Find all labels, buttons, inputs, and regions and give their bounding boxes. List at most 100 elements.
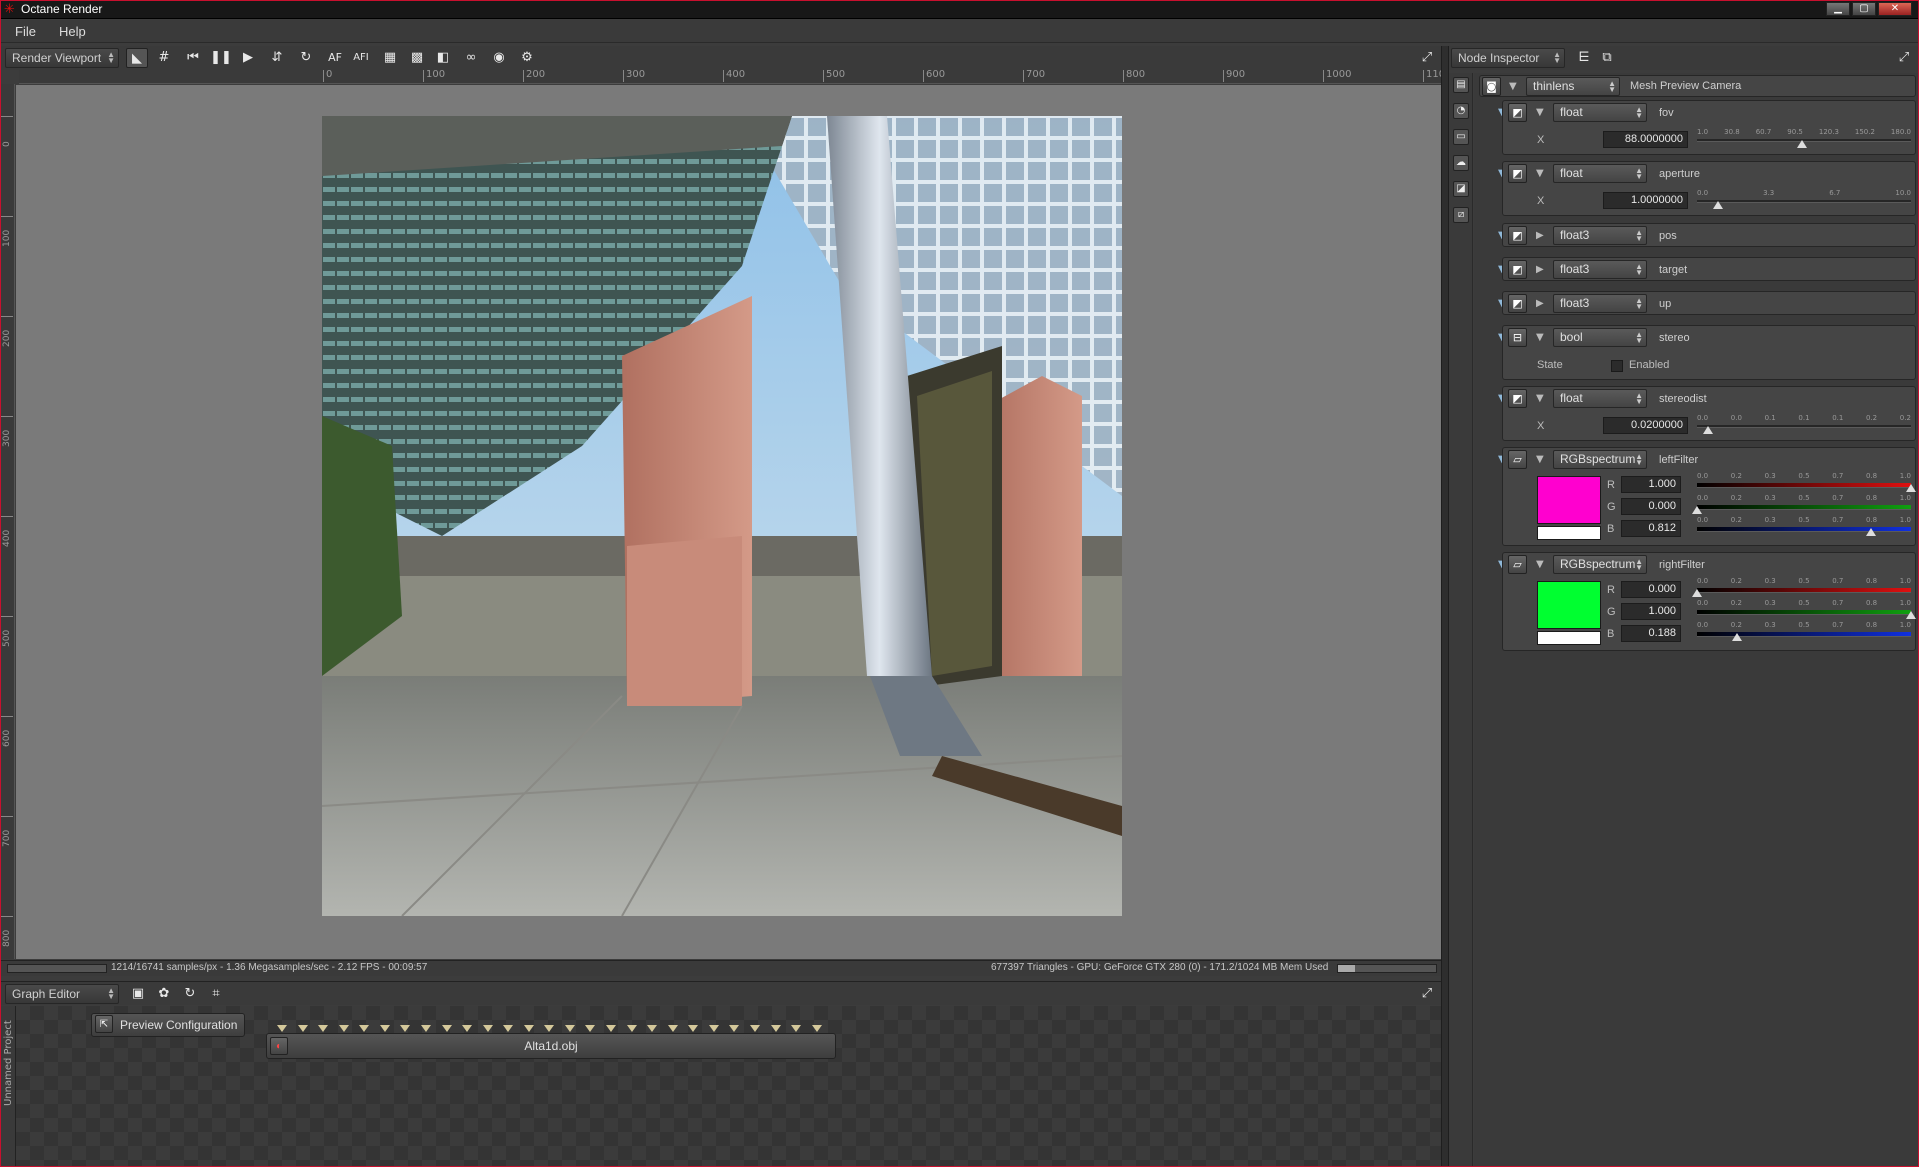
param-value-field[interactable]: 88.0000000: [1603, 131, 1688, 148]
maximize-graph-icon[interactable]: ⤢: [1416, 984, 1438, 1004]
collapse-param-icon[interactable]: ▼: [1536, 559, 1544, 570]
param-slider[interactable]: 0.0 3.3 6.7 10.0: [1697, 189, 1911, 209]
rewind-icon[interactable]: ⏮: [182, 48, 204, 68]
node-input-pin[interactable]: [338, 1025, 349, 1032]
color-swatch[interactable]: [1537, 476, 1601, 524]
expand-param-icon[interactable]: ▶: [1536, 230, 1544, 241]
param-slider[interactable]: 1.0 30.8 60.7 90.5 120.3 150.2 180.0: [1697, 128, 1911, 148]
node-input-pin[interactable]: [585, 1025, 596, 1032]
node-input-pin[interactable]: [688, 1025, 699, 1032]
collapse-camera-icon[interactable]: ▼: [1509, 81, 1517, 92]
channel-value-field[interactable]: 0.000: [1621, 581, 1681, 598]
node-input-pin[interactable]: [811, 1025, 822, 1032]
param-link-icon[interactable]: ◩: [1508, 164, 1527, 183]
node-input-pin[interactable]: [770, 1025, 781, 1032]
slider-thumb[interactable]: [1906, 611, 1916, 619]
channel-slider[interactable]: 0.0 0.2 0.3 0.5 0.7 0.8 1.0: [1692, 577, 1911, 597]
param-link-icon[interactable]: ◩: [1508, 389, 1527, 408]
menu-help[interactable]: Help: [59, 24, 86, 39]
kernel-icon[interactable]: ⧄: [1453, 207, 1469, 223]
maximize-inspector-icon[interactable]: ⤢: [1893, 48, 1915, 68]
slider-thumb[interactable]: [1713, 201, 1724, 209]
collapse-param-icon[interactable]: ▼: [1536, 107, 1544, 118]
inspector-collapse-icon[interactable]: ⧉: [1596, 48, 1618, 68]
node-input-pin[interactable]: [564, 1025, 575, 1032]
autofocus-image-button[interactable]: AFI: [350, 48, 372, 68]
graph-project-tab[interactable]: Unnamed Project: [1, 1006, 16, 1166]
slider-thumb[interactable]: [1865, 528, 1876, 536]
node-input-pin[interactable]: [359, 1025, 370, 1032]
close-button[interactable]: ✕: [1878, 2, 1912, 16]
slider-thumb[interactable]: [1906, 484, 1916, 492]
node-input-pin[interactable]: [791, 1025, 802, 1032]
channel-value-field[interactable]: 1.000: [1621, 476, 1681, 493]
slider-thumb[interactable]: [1692, 506, 1702, 514]
channel-slider[interactable]: 0.0 0.2 0.3 0.5 0.7 0.8 1.0: [1697, 516, 1911, 536]
node-input-pin[interactable]: [503, 1025, 514, 1032]
pause-icon[interactable]: ❚❚: [210, 48, 232, 68]
slider-thumb[interactable]: [1702, 426, 1713, 434]
collapse-param-icon[interactable]: ▼: [1536, 332, 1544, 343]
stereo-enabled-checkbox[interactable]: [1611, 360, 1623, 372]
slider-thumb[interactable]: [1732, 633, 1743, 641]
slider-thumb[interactable]: [1796, 140, 1807, 148]
param-link-icon[interactable]: ◩: [1508, 226, 1527, 245]
color-swatch[interactable]: [1537, 581, 1601, 629]
node-input-pin[interactable]: [729, 1025, 740, 1032]
node-input-pin[interactable]: [441, 1025, 452, 1032]
node-input-pin[interactable]: [749, 1025, 760, 1032]
menu-file[interactable]: File: [15, 24, 36, 39]
environment-icon[interactable]: ☁: [1453, 155, 1469, 171]
collapse-param-icon[interactable]: ▼: [1536, 454, 1544, 465]
region-icon[interactable]: ▦: [379, 48, 401, 68]
autofocus-button[interactable]: AF: [324, 48, 346, 68]
param-type-select[interactable]: bool ▲ ▼: [1553, 328, 1647, 347]
node-input-pin[interactable]: [544, 1025, 555, 1032]
collapse-param-icon[interactable]: ▼: [1536, 393, 1544, 404]
node-input-pin[interactable]: [277, 1025, 287, 1032]
channel-slider[interactable]: 0.0 0.2 0.3 0.5 0.7 0.8 1.0: [1697, 621, 1911, 641]
param-type-select[interactable]: float ▲ ▼: [1553, 164, 1647, 183]
channel-value-field[interactable]: 0.000: [1621, 498, 1681, 515]
node-input-pin[interactable]: [606, 1025, 616, 1032]
channel-slider[interactable]: 0.0 0.2 0.3 0.5 0.7 0.8 1.0: [1697, 472, 1916, 492]
grid-icon[interactable]: #: [153, 48, 175, 68]
channel-value-field[interactable]: 1.000: [1621, 603, 1681, 620]
inspector-expand-icon[interactable]: ⋿: [1573, 48, 1595, 68]
mesh-node[interactable]: ◐ Alta1d.obj: [266, 1025, 836, 1059]
compare-icon[interactable]: ◧: [432, 48, 454, 68]
channel-slider[interactable]: 0.0 0.2 0.3 0.5 0.7 0.8 1.0: [1692, 494, 1911, 514]
node-input-pin[interactable]: [420, 1025, 431, 1032]
node-input-pin[interactable]: [379, 1025, 390, 1032]
new-node-icon[interactable]: ▣: [127, 984, 149, 1004]
save-render-icon[interactable]: ◉: [488, 48, 510, 68]
param-link-icon[interactable]: ◩: [1508, 294, 1527, 313]
graph-editor-select[interactable]: Graph Editor ▲ ▼: [5, 984, 119, 1004]
node-input-pin[interactable]: [462, 1025, 473, 1032]
collapse-param-icon[interactable]: ▼: [1536, 168, 1544, 179]
checker-icon[interactable]: ▩: [406, 48, 428, 68]
maximize-viewport-icon[interactable]: ⤢: [1416, 48, 1438, 68]
channel-slider[interactable]: 0.0 0.2 0.3 0.5 0.7 0.8 1.0: [1697, 599, 1916, 619]
reset-graph-icon[interactable]: ↻: [179, 984, 201, 1004]
imager-icon[interactable]: ◪: [1453, 181, 1469, 197]
select-tool-icon[interactable]: ◣: [126, 48, 148, 68]
expand-param-icon[interactable]: ▶: [1536, 298, 1544, 309]
param-type-select[interactable]: float ▲ ▼: [1553, 103, 1647, 122]
stereo-glasses-icon[interactable]: ∞: [460, 48, 482, 68]
param-value-field[interactable]: 1.0000000: [1603, 192, 1688, 209]
viewport-mode-select[interactable]: Render Viewport ▲ ▼: [5, 48, 119, 68]
slider-thumb[interactable]: [1692, 589, 1702, 597]
param-type-select[interactable]: RGBspectrum ▲ ▼: [1553, 450, 1647, 469]
load-node-icon[interactable]: ✿: [153, 984, 175, 1004]
node-input-pin[interactable]: [626, 1025, 637, 1032]
param-type-select[interactable]: float3 ▲ ▼: [1553, 226, 1647, 245]
node-input-pin[interactable]: [647, 1025, 658, 1032]
param-link-icon[interactable]: ▱: [1508, 450, 1527, 469]
render-settings-icon[interactable]: ⚙: [516, 48, 538, 68]
camera-type-select[interactable]: thinlens ▲ ▼: [1526, 77, 1620, 96]
refresh-scene-icon[interactable]: ⇵: [266, 48, 288, 68]
arrange-graph-icon[interactable]: ⌗: [205, 984, 227, 1004]
param-type-select[interactable]: float3 ▲ ▼: [1553, 294, 1647, 313]
expand-param-icon[interactable]: ▶: [1536, 264, 1544, 275]
